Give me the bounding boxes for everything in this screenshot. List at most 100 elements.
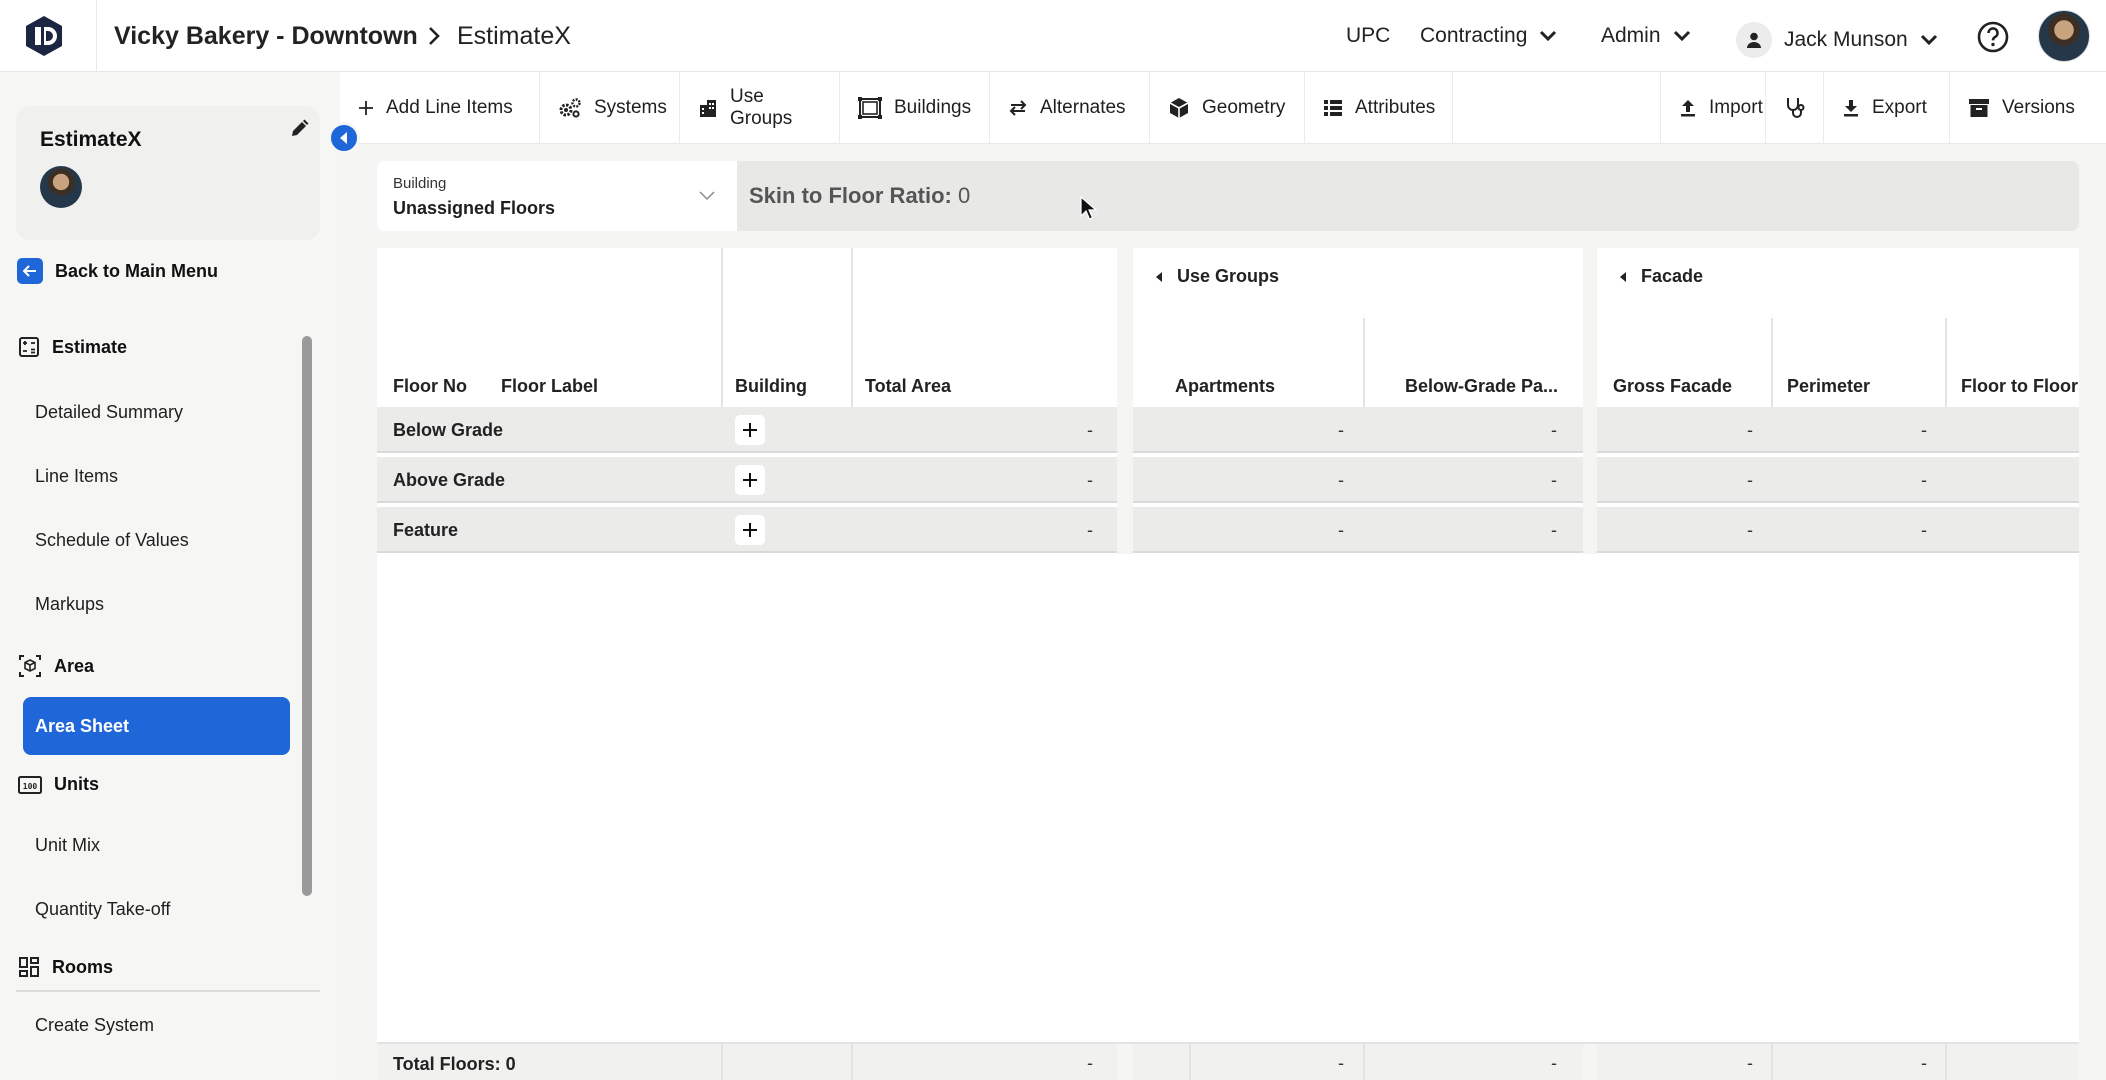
- use-groups-header[interactable]: Use Groups: [1155, 266, 1279, 287]
- systems-button[interactable]: Systems: [540, 72, 680, 144]
- user-icon: [1736, 22, 1772, 58]
- sidebar-item-quantity-take-off[interactable]: Quantity Take-off: [35, 899, 170, 920]
- toolbar: Add Line Items Systems Use Groups Buildi…: [340, 72, 2106, 144]
- sidebar-item-line-items[interactable]: Line Items: [35, 466, 118, 487]
- user-menu[interactable]: Jack Munson: [1736, 22, 1938, 58]
- sidebar-scrollbar[interactable]: [302, 336, 312, 896]
- table-row: Above Grade -: [377, 457, 1117, 503]
- table-footer-row: Total Floors: 0 - - - - -: [377, 1042, 2079, 1080]
- column-divider: [1771, 1044, 1773, 1080]
- chevron-down-icon: [699, 191, 715, 201]
- sidebar-item-detailed-summary[interactable]: Detailed Summary: [35, 402, 183, 423]
- total-area-value: -: [1087, 520, 1093, 540]
- grid-icon: [18, 956, 40, 978]
- sidebar-section-area[interactable]: Area: [18, 654, 94, 678]
- app-card: EstimateX: [16, 106, 320, 240]
- add-floor-button[interactable]: [735, 465, 765, 495]
- mouse-cursor-icon: [1080, 196, 1098, 222]
- stethoscope-icon: [1784, 96, 1806, 120]
- column-header-below-grade[interactable]: Below-Grade Pa...: [1405, 376, 1558, 397]
- sidebar-section-units[interactable]: 100 Units: [18, 774, 99, 795]
- back-to-main-menu[interactable]: Back to Main Menu: [17, 258, 218, 284]
- chevron-down-icon: [1673, 30, 1691, 42]
- cube-icon: [18, 654, 42, 678]
- row-group-label: Above Grade: [393, 470, 506, 490]
- column-header-apartments[interactable]: Apartments: [1175, 376, 1275, 397]
- column-header-floor-label[interactable]: Floor Label: [501, 376, 598, 397]
- sidebar-item-create-system[interactable]: Create System: [35, 1015, 154, 1036]
- column-header-building[interactable]: Building: [735, 376, 807, 397]
- total-area-value: -: [1087, 470, 1093, 490]
- export-button[interactable]: Export: [1824, 72, 1950, 144]
- table-row: Feature -: [377, 507, 1117, 553]
- footer-perimeter: -: [1921, 1053, 1927, 1073]
- gears-icon: [558, 97, 582, 119]
- building-select[interactable]: Building Unassigned Floors: [377, 161, 737, 231]
- column-header-total-area[interactable]: Total Area: [865, 376, 951, 397]
- top-divider: [96, 0, 97, 72]
- column-header-floor-to-floor[interactable]: Floor to Floor: [1961, 376, 2078, 397]
- footer-gross-facade: -: [1747, 1053, 1753, 1073]
- buildings-button[interactable]: Buildings: [840, 72, 990, 144]
- nav-upc-label: UPC: [1346, 24, 1391, 47]
- perimeter-value: -: [1921, 470, 1927, 490]
- alternates-button[interactable]: Alternates: [990, 72, 1150, 144]
- footer-total-area: -: [1087, 1053, 1093, 1073]
- nav-admin[interactable]: Admin: [1601, 22, 1691, 50]
- ratio-value: 0: [958, 183, 971, 208]
- import-label: Import: [1709, 97, 1763, 118]
- table-row: - -: [1133, 507, 1583, 553]
- chevron-down-icon: [1539, 30, 1557, 42]
- export-label: Export: [1872, 97, 1927, 118]
- app-logo-icon[interactable]: [22, 14, 66, 58]
- versions-button[interactable]: Versions: [1950, 72, 2106, 144]
- help-icon[interactable]: [1976, 20, 2010, 54]
- stethoscope-button[interactable]: [1766, 72, 1824, 144]
- sidebar-item-markups[interactable]: Markups: [35, 594, 104, 615]
- column-divider: [1363, 318, 1365, 408]
- arrow-left-icon: [17, 258, 43, 284]
- nav-upc[interactable]: UPC: [1346, 22, 1390, 50]
- attributes-button[interactable]: Attributes: [1305, 72, 1453, 144]
- add-floor-button[interactable]: [735, 415, 765, 445]
- add-line-items-button[interactable]: Add Line Items: [340, 72, 540, 144]
- import-button[interactable]: Import: [1660, 72, 1766, 144]
- column-header-floor-no[interactable]: Floor No: [393, 376, 467, 397]
- table-row: - -: [1133, 407, 1583, 453]
- column-divider: [721, 248, 723, 408]
- project-title[interactable]: Vicky Bakery - Downtown: [114, 20, 418, 52]
- sidebar-section-rooms-label: Rooms: [52, 956, 114, 977]
- facade-title: Facade: [1641, 266, 1704, 286]
- sidebar-item-unit-mix[interactable]: Unit Mix: [35, 835, 100, 856]
- nav-contracting[interactable]: Contracting: [1420, 22, 1557, 50]
- collapse-sidebar-button[interactable]: [328, 122, 360, 154]
- add-floor-button[interactable]: [735, 515, 765, 545]
- buildings-label: Buildings: [894, 97, 972, 118]
- apartments-value: -: [1338, 520, 1344, 540]
- gross-facade-value: -: [1747, 520, 1753, 540]
- svg-text:100: 100: [23, 782, 38, 791]
- sidebar-item-schedule-of-values[interactable]: Schedule of Values: [35, 530, 189, 551]
- column-header-gross-facade[interactable]: Gross Facade: [1613, 376, 1732, 397]
- back-to-main-menu-label: Back to Main Menu: [55, 260, 219, 281]
- use-groups-button[interactable]: Use Groups: [680, 72, 840, 144]
- facade-header[interactable]: Facade: [1619, 266, 1703, 287]
- below-grade-value: -: [1551, 520, 1557, 540]
- avatar[interactable]: [2038, 10, 2090, 62]
- perimeter-value: -: [1921, 420, 1927, 440]
- sidebar-item-area-sheet[interactable]: Area Sheet: [23, 697, 290, 755]
- top-bar: Vicky Bakery - Downtown EstimateX UPC Co…: [0, 0, 2106, 72]
- geometry-button[interactable]: Geometry: [1150, 72, 1305, 144]
- column-header-perimeter[interactable]: Perimeter: [1787, 376, 1870, 397]
- sidebar-section-rooms[interactable]: Rooms: [18, 956, 113, 978]
- sidebar-section-estimate[interactable]: Estimate: [18, 336, 127, 358]
- main-content: Building Unassigned Floors Skin to Floor…: [340, 144, 2106, 1080]
- gross-facade-value: -: [1747, 470, 1753, 490]
- table-row: - -: [1133, 457, 1583, 503]
- pencil-icon[interactable]: [288, 118, 310, 140]
- row-group-label: Below Grade: [393, 420, 504, 440]
- use-groups-title: Use Groups: [1177, 266, 1280, 286]
- table-row: - -: [1597, 507, 2079, 553]
- column-divider: [1189, 1044, 1191, 1080]
- add-line-items-label: Add Line Items: [386, 97, 513, 118]
